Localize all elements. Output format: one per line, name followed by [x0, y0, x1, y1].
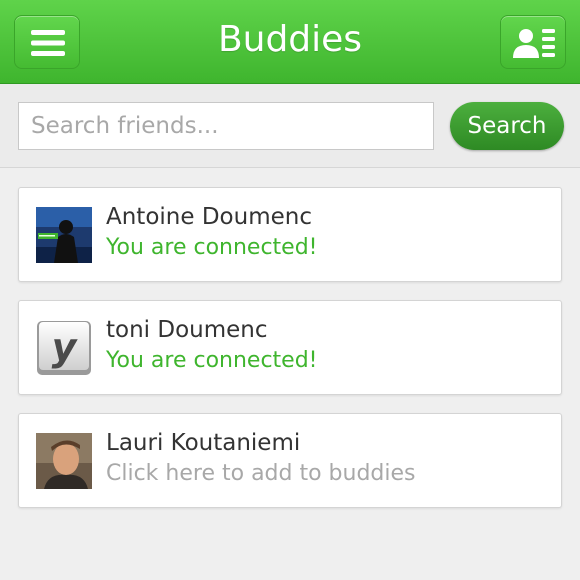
page-title: Buddies: [217, 19, 363, 60]
contacts-button[interactable]: [500, 15, 566, 69]
contact-list-icon: [513, 29, 555, 58]
search-input[interactable]: [18, 102, 434, 150]
buddy-card[interactable]: Antoine Doumenc You are connected!: [18, 187, 562, 282]
y-letter-key-avatar: y: [36, 320, 92, 376]
app-header: Buddies: [0, 0, 580, 84]
buddy-card[interactable]: Lauri Koutaniemi Click here to add to bu…: [18, 413, 562, 508]
photo-portrait-avatar: [36, 433, 92, 489]
buddy-name: toni Doumenc: [106, 317, 268, 343]
buddy-status: You are connected!: [106, 348, 318, 373]
buddy-status: Click here to add to buddies: [106, 461, 416, 486]
buddy-name: Antoine Doumenc: [106, 204, 312, 230]
buddy-status: You are connected!: [106, 235, 318, 260]
video-thumbnail-avatar: [36, 207, 92, 263]
search-button[interactable]: Search: [450, 102, 564, 150]
svg-text:y: y: [52, 325, 79, 369]
buddy-name: Lauri Koutaniemi: [106, 430, 301, 456]
buddy-card[interactable]: y toni Doumenc You are connected!: [18, 300, 562, 395]
